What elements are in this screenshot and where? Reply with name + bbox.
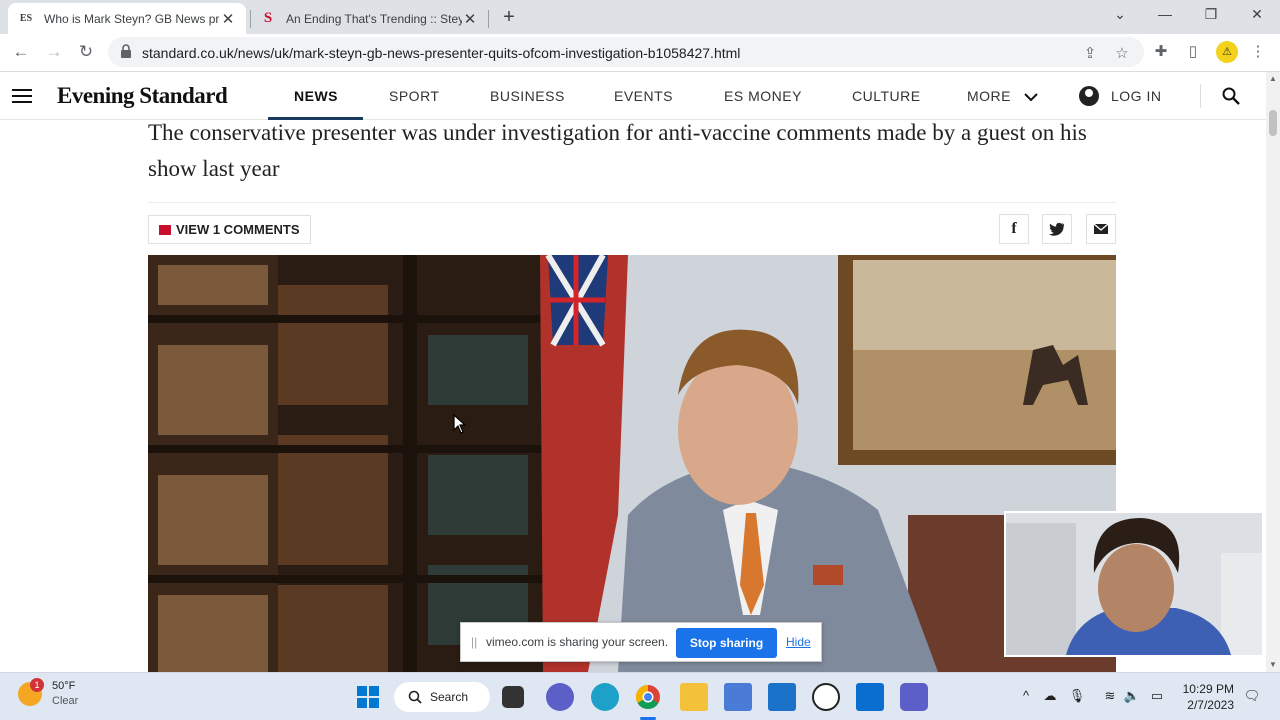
- nav-events[interactable]: EVENTS: [614, 88, 673, 104]
- nav-es-money[interactable]: ES MONEY: [724, 88, 802, 104]
- wifi-icon[interactable]: ≋: [1101, 688, 1119, 704]
- windows-taskbar: 1 50°F Clear Search ^ ☁ 🎙 ≋ 🔈 ▭ 10:29 PM…: [0, 672, 1280, 720]
- comments-label: VIEW 1 COMMENTS: [176, 222, 300, 237]
- notifications-icon[interactable]: 🗨: [1243, 688, 1261, 704]
- weather-widget[interactable]: 1 50°F Clear: [18, 678, 79, 709]
- user-icon[interactable]: [1079, 86, 1099, 106]
- windows-start-icon[interactable]: [354, 683, 382, 711]
- url-text: standard.co.uk/news/uk/mark-steyn-gb-new…: [142, 45, 741, 61]
- side-panel-icon[interactable]: ▯: [1182, 42, 1204, 60]
- search-label: Search: [430, 690, 469, 704]
- taskbar-search[interactable]: Search: [394, 682, 490, 712]
- restore-icon[interactable]: ❐: [1196, 6, 1226, 23]
- tab-favicon: ES: [19, 13, 33, 24]
- profile-avatar[interactable]: ⚠: [1216, 41, 1238, 63]
- weather-sun-icon: 1: [18, 678, 44, 706]
- scrollbar-thumb[interactable]: [1269, 110, 1277, 136]
- show-hidden-icons-icon[interactable]: ^: [1017, 688, 1035, 703]
- address-bar[interactable]: standard.co.uk/news/uk/mark-steyn-gb-new…: [108, 37, 1144, 67]
- drag-handle-icon[interactable]: ||: [471, 635, 477, 649]
- minimize-icon[interactable]: —: [1150, 6, 1180, 22]
- article-video[interactable]: [148, 255, 1116, 672]
- tab-inactive[interactable]: S An Ending That's Trending :: Stey ✕: [250, 3, 488, 34]
- nav-sport[interactable]: SPORT: [389, 88, 439, 104]
- share-page-icon[interactable]: ⇪: [1080, 44, 1100, 62]
- outlook-icon[interactable]: [856, 683, 884, 711]
- teams-icon[interactable]: [900, 683, 928, 711]
- close-icon[interactable]: ✕: [220, 10, 236, 28]
- mail-icon[interactable]: [768, 683, 796, 711]
- search-icon: [408, 690, 422, 704]
- bookmark-star-icon[interactable]: ☆: [1112, 44, 1132, 62]
- menu-kebab-icon[interactable]: ⋮: [1247, 42, 1269, 60]
- system-clock[interactable]: 10:29 PM 2/7/2023: [1178, 681, 1234, 713]
- nav-more[interactable]: MORE: [967, 88, 1011, 104]
- nav-news[interactable]: NEWS: [294, 88, 338, 104]
- nav-culture[interactable]: CULTURE: [852, 88, 921, 104]
- hamburger-menu-icon[interactable]: [12, 89, 32, 103]
- forward-icon[interactable]: →: [43, 42, 65, 62]
- weather-temp: 50°F: [52, 680, 76, 692]
- hide-link[interactable]: Hide: [786, 635, 811, 649]
- dell-icon[interactable]: [812, 683, 840, 711]
- onedrive-icon[interactable]: ☁: [1041, 688, 1059, 704]
- browser-tab-strip: ES Who is Mark Steyn? GB News pre ✕ S An…: [0, 0, 1280, 34]
- volume-icon[interactable]: 🔈: [1123, 688, 1141, 704]
- edge-icon[interactable]: [591, 683, 619, 711]
- video-frame: [148, 255, 1116, 672]
- view-comments-button[interactable]: VIEW 1 COMMENTS: [148, 215, 311, 244]
- header-divider: [1200, 84, 1201, 108]
- weather-desc: Clear: [52, 695, 79, 707]
- chrome-icon[interactable]: [634, 683, 662, 711]
- tab-title: An Ending That's Trending :: Stey: [286, 11, 462, 26]
- close-icon[interactable]: ✕: [462, 10, 478, 28]
- tab-active[interactable]: ES Who is Mark Steyn? GB News pre ✕: [8, 3, 246, 34]
- new-tab-icon[interactable]: +: [499, 6, 519, 29]
- file-explorer-icon[interactable]: [680, 683, 708, 711]
- webcam-feed: [1006, 513, 1262, 655]
- back-icon[interactable]: ←: [10, 42, 32, 62]
- battery-icon[interactable]: ▭: [1148, 688, 1166, 704]
- email-icon[interactable]: [1086, 214, 1116, 244]
- notification-badge: 1: [30, 678, 44, 692]
- facebook-icon[interactable]: f: [999, 214, 1029, 244]
- teams-chat-icon[interactable]: [546, 683, 574, 711]
- browser-toolbar: ← → ↻ standard.co.uk/news/uk/mark-steyn-…: [0, 34, 1280, 72]
- lock-icon: [121, 44, 131, 58]
- clock-date: 2/7/2023: [1187, 698, 1234, 712]
- clock-time: 10:29 PM: [1182, 682, 1234, 696]
- tab-favicon: S: [263, 10, 273, 26]
- page-scrollbar[interactable]: ▲ ▼: [1266, 72, 1280, 672]
- sharing-message: vimeo.com is sharing your screen.: [486, 635, 669, 649]
- site-logo[interactable]: Evening Standard: [57, 83, 228, 109]
- task-view-icon[interactable]: [502, 686, 524, 708]
- nav-business[interactable]: BUSINESS: [490, 88, 565, 104]
- window-close-icon[interactable]: ✕: [1242, 6, 1272, 23]
- chevron-down-icon[interactable]: [1024, 93, 1038, 102]
- tab-title: Who is Mark Steyn? GB News pre: [44, 11, 220, 26]
- tab-search-chevron-icon[interactable]: ⌄: [1105, 6, 1135, 23]
- article-divider: [148, 202, 1116, 203]
- login-link[interactable]: LOG IN: [1111, 88, 1161, 104]
- scroll-down-icon[interactable]: ▼: [1269, 660, 1277, 669]
- site-header: Evening Standard NEWS SPORT BUSINESS EVE…: [0, 72, 1266, 120]
- reload-icon[interactable]: ↻: [75, 42, 97, 62]
- search-icon[interactable]: [1222, 87, 1240, 105]
- microphone-icon[interactable]: 🎙: [1068, 688, 1086, 704]
- mouse-cursor-icon: [453, 414, 467, 434]
- microsoft-store-icon[interactable]: [724, 683, 752, 711]
- stop-sharing-button[interactable]: Stop sharing: [676, 628, 777, 658]
- article-standfirst: The conservative presenter was under inv…: [148, 120, 1087, 181]
- tab-separator: [488, 10, 489, 28]
- webcam-overlay[interactable]: [1004, 511, 1264, 657]
- extensions-icon[interactable]: ✚: [1150, 42, 1172, 60]
- comment-icon: [159, 224, 171, 235]
- screen-sharing-bar: || vimeo.com is sharing your screen. Sto…: [460, 622, 822, 662]
- twitter-icon[interactable]: [1042, 214, 1072, 244]
- scroll-up-icon[interactable]: ▲: [1269, 74, 1277, 83]
